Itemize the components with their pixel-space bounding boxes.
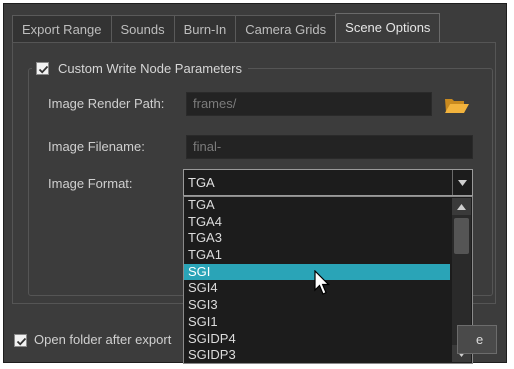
- dialog-action-button[interactable]: e: [457, 325, 497, 354]
- format-option[interactable]: TGA: [184, 197, 450, 214]
- tab-camera-grids[interactable]: Camera Grids: [235, 15, 337, 42]
- render-path-input[interactable]: frames/: [186, 92, 432, 116]
- tab-export-range[interactable]: Export Range: [12, 15, 112, 42]
- format-option[interactable]: TGA4: [184, 214, 450, 231]
- format-select-value: TGA: [188, 175, 215, 190]
- format-label: Image Format:: [48, 176, 133, 191]
- filename-label: Image Filename:: [48, 139, 145, 154]
- tab-bar: Export Range Sounds Burn-In Camera Grids…: [12, 13, 441, 43]
- scrollbar-thumb[interactable]: [454, 218, 469, 254]
- open-folder-checkbox[interactable]: [14, 334, 27, 347]
- scroll-up-icon[interactable]: [452, 198, 471, 215]
- format-select[interactable]: TGA: [183, 169, 473, 196]
- custom-write-node-label: Custom Write Node Parameters: [58, 60, 242, 76]
- tab-sounds[interactable]: Sounds: [110, 15, 175, 42]
- checkmark-icon: [16, 337, 27, 346]
- chevron-down-icon[interactable]: [452, 170, 472, 195]
- format-option[interactable]: SGI3: [184, 297, 450, 314]
- render-path-label: Image Render Path:: [48, 96, 165, 111]
- group-title: Custom Write Node Parameters: [32, 60, 248, 76]
- filename-input[interactable]: final-: [186, 135, 473, 159]
- format-option[interactable]: TGA1: [184, 247, 450, 264]
- open-folder-label: Open folder after export: [34, 332, 172, 347]
- tab-scene-options[interactable]: Scene Options: [335, 13, 441, 42]
- format-option[interactable]: TGA3: [184, 230, 450, 247]
- folder-icon[interactable]: [444, 95, 470, 118]
- mouse-pointer-icon: [314, 269, 330, 299]
- custom-write-node-checkbox[interactable]: [36, 61, 49, 75]
- checkmark-icon: [38, 65, 49, 73]
- format-option[interactable]: SGI1: [184, 314, 450, 331]
- tab-burn-in[interactable]: Burn-In: [173, 15, 237, 42]
- format-option[interactable]: SGIDP4: [184, 331, 450, 348]
- format-option[interactable]: SGIDP3: [184, 347, 450, 364]
